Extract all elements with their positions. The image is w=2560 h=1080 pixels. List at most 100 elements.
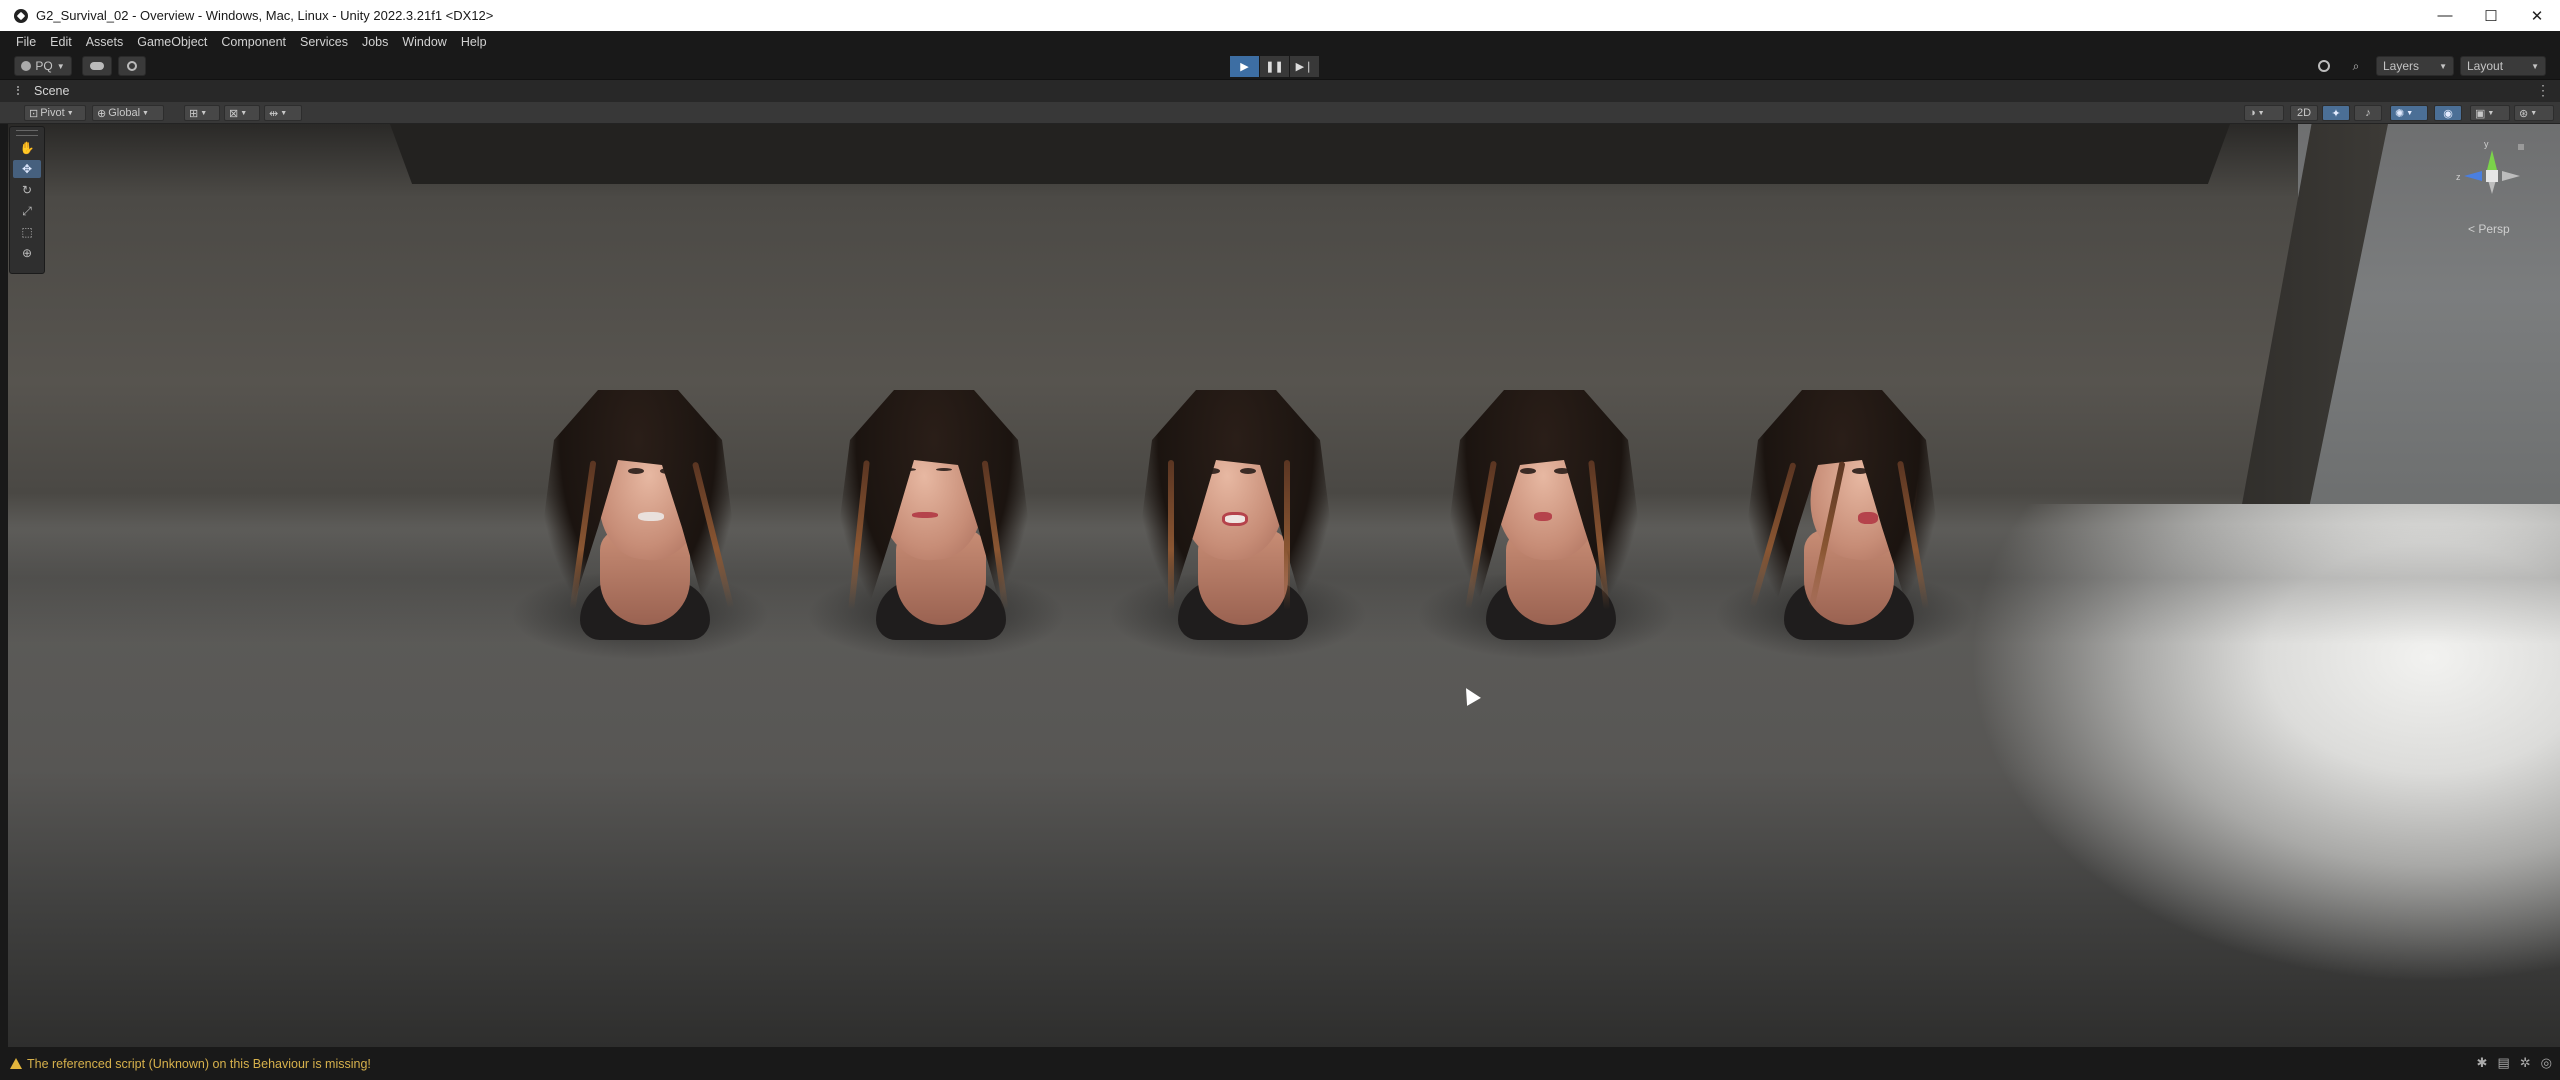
gizmos-icon: ⊛ [2519, 107, 2529, 120]
menu-help[interactable]: Help [461, 35, 487, 49]
projection-toggle[interactable]: < Persp [2468, 222, 2510, 236]
rect-tool-icon[interactable]: ⬚ [13, 223, 41, 241]
play-button[interactable]: ▶ [1230, 56, 1259, 77]
shading-icon: ◑ [2249, 107, 2256, 119]
scene-viewport[interactable] [8, 124, 2560, 1047]
gizmo-neg-y-arrow[interactable] [2488, 180, 2496, 194]
pivot-label: Pivot [40, 107, 65, 119]
audio-toggle[interactable]: ♪ [2354, 105, 2382, 121]
cloud-button[interactable] [82, 56, 112, 76]
menu-services[interactable]: Services [300, 35, 348, 49]
orientation-gizmo[interactable]: y z [2456, 138, 2528, 210]
debug-icon[interactable]: ✲ [2520, 1055, 2531, 1071]
history-icon [2318, 60, 2330, 72]
layers-label: Layers [2383, 59, 2420, 73]
global-label: Global [108, 107, 141, 119]
character-head-3[interactable] [1108, 380, 1368, 660]
title-bar: G2_Survival_02 - Overview - Windows, Mac… [0, 0, 2560, 31]
pivot-toggle[interactable]: ⊡ Pivot ▼ [24, 105, 86, 121]
lightbulb-icon: ✦ [2331, 107, 2341, 120]
rotate-tool-icon[interactable]: ↻ [13, 181, 41, 199]
gizmo-z-arrow[interactable] [2464, 171, 2482, 181]
toggle-2d-button[interactable]: 2D [2290, 105, 2318, 121]
grid-snapping-dropdown[interactable]: ⊞ ▼ [184, 105, 220, 121]
mouse-cursor [1459, 684, 1481, 706]
gizmo-y-arrow[interactable] [2487, 150, 2497, 170]
menu-jobs[interactable]: Jobs [362, 35, 388, 49]
gizmo-y-label: y [2484, 139, 2489, 149]
search-button[interactable]: ⌕ [2344, 56, 2368, 76]
character-head-2[interactable] [806, 380, 1066, 660]
history-button[interactable] [2312, 56, 2336, 76]
layout-label: Layout [2467, 59, 2504, 73]
effects-dropdown[interactable]: ✺ ▼ [2390, 105, 2428, 121]
chevron-down-icon: ▼ [2439, 61, 2447, 71]
lighting-toggle[interactable]: ✦ [2322, 105, 2350, 121]
scale-tool-icon[interactable]: ⤢ [13, 202, 41, 220]
status-bar: The referenced script (Unknown) on this … [0, 1047, 2560, 1080]
camera-settings-dropdown[interactable]: ▣ ▼ [2470, 105, 2510, 121]
account-dropdown[interactable]: PQ ▼ [14, 56, 72, 76]
close-button[interactable]: ✕ [2514, 0, 2560, 31]
progress-icon[interactable]: ◎ [2541, 1055, 2552, 1071]
cache-icon[interactable]: ▤ [2497, 1055, 2509, 1071]
draw-mode-dropdown[interactable]: ◑ ▼ [2244, 105, 2284, 121]
layers-dropdown[interactable]: Layers ▼ [2376, 56, 2454, 76]
align-icon: ⇹ [269, 107, 279, 120]
collab-button[interactable] [118, 56, 146, 76]
effects-icon: ✺ [2395, 107, 2405, 120]
camera-icon: ▣ [2475, 107, 2486, 120]
character-head-1[interactable] [510, 380, 770, 660]
pause-button[interactable]: ❚❚ [1260, 56, 1289, 77]
audio-icon: ♪ [2365, 107, 2371, 119]
menu-gameobject[interactable]: GameObject [137, 35, 207, 49]
gizmo-z-label: z [2456, 172, 2461, 182]
scene-tab-bar: Scene ⋮ [0, 80, 2560, 102]
chevron-down-icon: ▼ [142, 109, 149, 117]
layout-dropdown[interactable]: Layout ▼ [2460, 56, 2546, 76]
gizmo-center-cube[interactable] [2486, 170, 2498, 182]
transform-tool-icon[interactable]: ⊕ [13, 244, 41, 262]
increment-snapping-dropdown[interactable]: ⊠ ▼ [224, 105, 260, 121]
account-label: PQ [35, 59, 53, 73]
search-icon: ⌕ [2352, 58, 2360, 73]
more-options-icon[interactable]: ⋮ [2536, 82, 2550, 99]
chevron-down-icon: ▼ [200, 109, 208, 117]
console-message[interactable]: The referenced script (Unknown) on this … [27, 1057, 371, 1071]
account-icon [21, 61, 32, 71]
chevron-down-icon: ▼ [2530, 109, 2538, 117]
global-toggle[interactable]: ⊕ Global ▼ [92, 105, 164, 121]
chevron-down-icon: ▼ [2531, 61, 2539, 71]
menu-assets[interactable]: Assets [86, 35, 124, 49]
pivot-icon: ⊡ [29, 107, 39, 120]
menu-component[interactable]: Component [221, 35, 286, 49]
hidden-objects-toggle[interactable]: ◉ [2434, 105, 2462, 121]
step-button[interactable]: ▶❘ [1290, 56, 1319, 77]
panel-grip-icon [16, 130, 38, 136]
scene-toolbar: ⊡ Pivot ▼ ⊕ Global ▼ ⊞ ▼ ⊠ ▼ ⇹ ▼ ◑ ▼ 2D ✦ ♪ … [0, 102, 2560, 124]
window-title: G2_Survival_02 - Overview - Windows, Mac… [36, 8, 494, 23]
cloud-icon [90, 62, 104, 70]
gizmos-dropdown[interactable]: ⊛ ▼ [2514, 105, 2554, 121]
global-icon: ⊕ [97, 107, 107, 120]
menu-bar: File Edit Assets GameObject Component Se… [0, 31, 2560, 52]
move-tool-icon[interactable]: ✥ [13, 160, 41, 178]
maximize-button[interactable]: ☐ [2468, 0, 2514, 31]
minimize-button[interactable]: — [2422, 0, 2468, 31]
warning-icon [10, 1058, 22, 1069]
menu-file[interactable]: File [16, 35, 36, 49]
menu-window[interactable]: Window [402, 35, 446, 49]
character-head-4[interactable] [1416, 380, 1676, 660]
lock-icon[interactable] [2518, 144, 2524, 150]
character-head-5[interactable] [1714, 380, 1974, 660]
menu-edit[interactable]: Edit [50, 35, 72, 49]
chevron-down-icon: ▼ [280, 109, 288, 117]
align-dropdown[interactable]: ⇹ ▼ [264, 105, 302, 121]
bug-icon[interactable]: ✱ [2477, 1055, 2488, 1071]
chevron-down-icon: ▼ [56, 61, 65, 71]
eye-icon: ◉ [2443, 107, 2453, 120]
hand-tool-icon[interactable]: ✋ [13, 139, 41, 157]
gizmo-neg-z-arrow[interactable] [2502, 171, 2520, 181]
tab-scene[interactable]: Scene [34, 84, 69, 98]
grid-icon: ⊞ [189, 107, 199, 120]
